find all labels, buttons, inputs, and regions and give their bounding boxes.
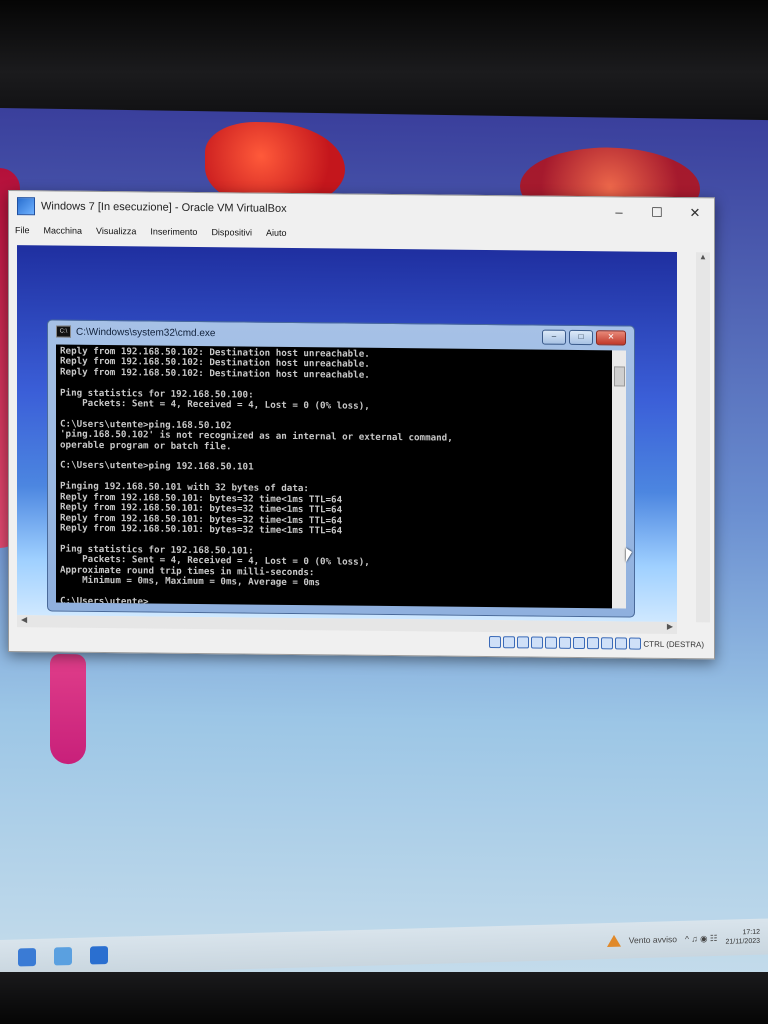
maximize-icon[interactable]: □ <box>569 329 593 345</box>
cmd-titlebar[interactable]: C:\ C:\Windows\system32\cmd.exe – □ ✕ <box>48 320 634 348</box>
scrollbar-thumb[interactable] <box>614 366 625 387</box>
tray-icons[interactable]: ^ ♫ ◉ ☷ <box>685 932 718 944</box>
optical-drive-icon[interactable] <box>503 636 516 649</box>
close-icon[interactable]: ✕ <box>676 205 714 221</box>
hard-disk-icon[interactable] <box>489 636 502 649</box>
virtualbox-window[interactable]: Windows 7 [In esecuzione] - Oracle VM Vi… <box>8 190 715 660</box>
taskbar-app-icon[interactable] <box>18 947 36 967</box>
mouse-cursor-icon <box>626 548 632 562</box>
warning-icon[interactable] <box>606 934 621 948</box>
virtualbox-icon <box>17 197 35 216</box>
shared-folder-icon[interactable] <box>559 636 572 649</box>
virtualbox-statusbar: CTRL (DESTRA) <box>489 634 704 652</box>
taskbar-app-icon[interactable] <box>54 946 72 966</box>
host-key-label: CTRL (DESTRA) <box>643 639 704 649</box>
cmd-icon: C:\ <box>56 325 71 338</box>
console-output[interactable]: Reply from 192.168.50.102: Destination h… <box>56 344 612 609</box>
menu-inserimento[interactable]: Inserimento <box>150 226 197 236</box>
console-text: Reply from 192.168.50.102: Destination h… <box>60 345 453 608</box>
console-scrollbar[interactable] <box>612 350 626 609</box>
menu-visualizza[interactable]: Visualizza <box>96 226 136 236</box>
recording-icon[interactable] <box>587 637 600 650</box>
cmd-title: C:\Windows\system32\cmd.exe <box>76 326 216 339</box>
monitor-bezel-bottom <box>0 972 768 1024</box>
menu-dispositivi[interactable]: Dispositivi <box>211 227 252 237</box>
minimize-icon[interactable]: – <box>600 204 638 220</box>
usb-icon[interactable] <box>545 636 558 649</box>
monitor-bezel-top <box>0 0 768 120</box>
virtualbox-title: Windows 7 [In esecuzione] - Oracle VM Vi… <box>41 200 287 215</box>
clock[interactable]: 17:12 21/11/2023 <box>725 928 760 947</box>
close-icon[interactable]: ✕ <box>596 329 626 345</box>
minimize-icon[interactable]: – <box>542 329 566 345</box>
cmd-window[interactable]: C:\ C:\Windows\system32\cmd.exe – □ ✕ Re… <box>47 319 635 618</box>
menu-aiuto[interactable]: Aiuto <box>266 228 287 238</box>
menu-file[interactable]: File <box>15 225 30 235</box>
vm-vertical-scrollbar[interactable]: ▲ <box>696 252 710 623</box>
maximize-icon[interactable]: ☐ <box>638 205 676 221</box>
vm-display[interactable]: C:\ C:\Windows\system32\cmd.exe – □ ✕ Re… <box>17 245 677 623</box>
menu-macchina[interactable]: Macchina <box>44 225 83 235</box>
audio-icon[interactable] <box>517 636 530 649</box>
mouse-integration-icon[interactable] <box>615 637 628 650</box>
clock-date: 21/11/2023 <box>725 937 760 946</box>
weather-label[interactable]: Vento avviso <box>629 934 677 945</box>
wallpaper-shape <box>50 653 86 765</box>
cpu-icon[interactable] <box>601 637 614 650</box>
display-icon[interactable] <box>573 636 586 650</box>
virtualbox-icon[interactable] <box>90 945 108 965</box>
network-icon[interactable] <box>531 636 544 649</box>
keyboard-icon[interactable] <box>629 637 642 650</box>
